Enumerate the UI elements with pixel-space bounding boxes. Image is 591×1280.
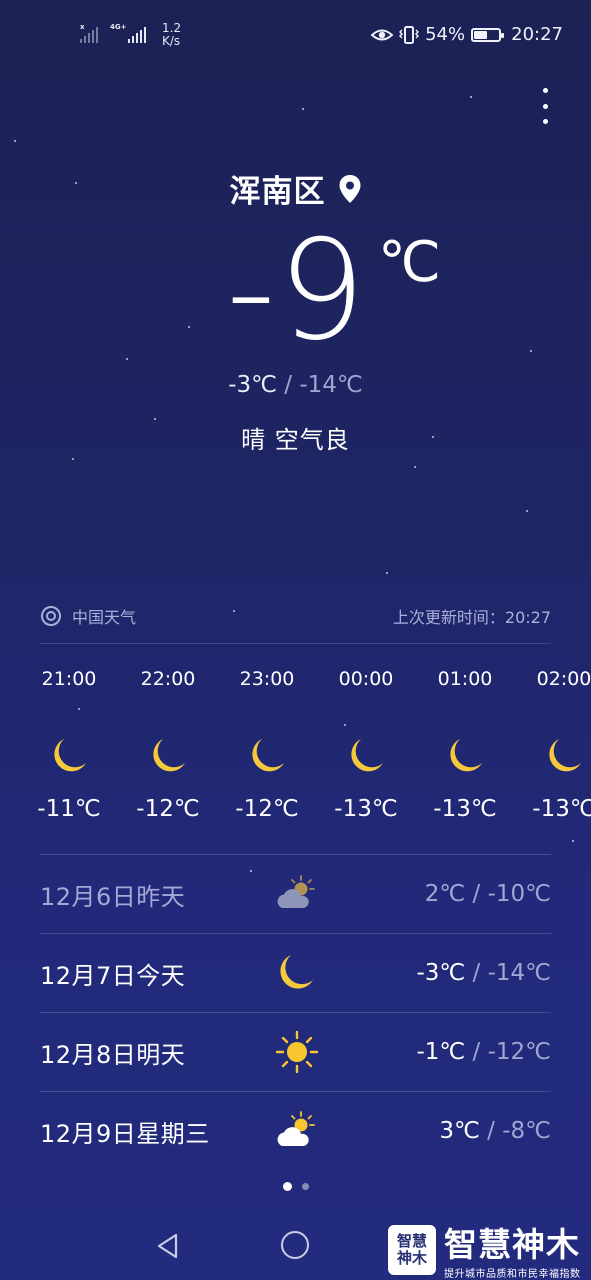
sim2-signal-icon: 4G+ — [110, 23, 146, 43]
network-speed-unit: K/s — [162, 34, 181, 48]
moon-icon — [280, 955, 313, 989]
watermark-title: 智慧神木 — [444, 1225, 580, 1264]
hourly-item: 00:00 -13℃ — [317, 668, 415, 822]
hourly-temp: -11℃ — [37, 796, 101, 822]
sun-icon — [275, 1030, 319, 1074]
hourly-item: 01:00 -13℃ — [416, 668, 514, 822]
watermark-subtitle: 提升城市品质和市民幸福指数 — [444, 1269, 581, 1280]
partly-cloudy-icon — [277, 875, 315, 908]
provider-name: 中国天气 — [72, 608, 137, 627]
watermark: 智慧 神木 智慧神木 提升城市品质和市民幸福指数 — [388, 1225, 588, 1280]
daily-range: -1℃ / -12℃ — [416, 1039, 551, 1065]
moon-icon — [153, 739, 185, 772]
daily-sep: / — [465, 1039, 488, 1065]
back-icon[interactable] — [154, 1232, 182, 1260]
daily-low: -8℃ — [502, 1118, 551, 1144]
watermark-logo-line2: 神木 — [396, 1249, 427, 1267]
daily-sep: / — [479, 1118, 503, 1144]
sim1-tag: x — [80, 23, 85, 31]
daily-range: 2℃ / -10℃ — [425, 881, 551, 907]
hourly-time: 22:00 — [140, 668, 196, 690]
daily-range: -3℃ / -14℃ — [416, 960, 551, 986]
provider[interactable]: 中国天气 — [40, 604, 136, 628]
hourly-item: 21:00 -11℃ — [20, 668, 118, 822]
hourly-time: 01:00 — [437, 668, 493, 690]
hourly-time: 02:00 — [536, 668, 591, 690]
source-row: 中国天气 上次更新时间：20:27 — [40, 604, 551, 628]
daily-high: -3℃ — [416, 960, 466, 986]
network-speed: 1.2 K/s — [162, 22, 181, 48]
daily-sep: / — [465, 960, 488, 986]
today-high: -3℃ — [228, 372, 277, 398]
moon-icon — [549, 739, 581, 772]
hourly-time: 23:00 — [239, 668, 295, 690]
daily-range: 3℃ / -8℃ — [439, 1118, 551, 1144]
divider — [40, 643, 551, 644]
condition-text: 晴 空气良 — [241, 426, 350, 454]
daily-row-yesterday[interactable]: 12月6日昨天 2℃ / -10℃ — [40, 855, 551, 933]
battery-percent: 54% — [425, 24, 466, 45]
status-bar: x 4G+ 1.2 K/s 54% 20:27 — [0, 0, 591, 72]
daily-date: 12月6日昨天 — [40, 882, 186, 911]
page-indicator — [0, 1182, 591, 1191]
location-header[interactable]: 浑南区 — [0, 166, 591, 211]
hourly-temp: -12℃ — [136, 796, 200, 822]
status-bar-left: x 4G+ 1.2 K/s — [80, 22, 181, 48]
daily-low: -12℃ — [487, 1039, 551, 1065]
partly-cloudy-icon — [277, 1111, 315, 1146]
today-low: -14℃ — [299, 372, 363, 398]
moon-icon — [351, 739, 383, 772]
watermark-logo: 智慧 神木 — [388, 1225, 436, 1275]
page-dot[interactable] — [301, 1183, 309, 1190]
vibrate-icon — [399, 25, 420, 44]
navigation-bar: 智慧 神木 智慧神木 提升城市品质和市民幸福指数 — [0, 1212, 591, 1280]
daily-low: -14℃ — [487, 960, 551, 986]
weather-china-logo-icon — [41, 606, 61, 626]
home-icon[interactable] — [281, 1231, 309, 1259]
last-updated: 上次更新时间：20:27 — [393, 604, 551, 628]
daily-row-tomorrow[interactable]: 12月8日明天 -1℃ / -12℃ — [40, 1013, 551, 1091]
sim1-signal-icon: x — [80, 23, 98, 43]
hourly-temp: -13℃ — [334, 796, 398, 822]
status-bar-right: 54% 20:27 — [371, 24, 563, 45]
moon-icon — [450, 739, 482, 772]
hourly-temp: -13℃ — [433, 796, 497, 822]
daily-date: 12月9日星期三 — [40, 1119, 210, 1148]
range-separator: / — [284, 372, 293, 398]
location-pin-icon — [339, 174, 360, 203]
hourly-temp: -12℃ — [235, 796, 299, 822]
daily-row-day4[interactable]: 12月9日星期三 3℃ / -8℃ — [40, 1092, 551, 1170]
daily-high: 3℃ — [439, 1118, 480, 1144]
hourly-temp: -13℃ — [532, 796, 591, 822]
battery-icon — [471, 27, 505, 42]
last-updated-time: 20:27 — [504, 608, 551, 627]
current-temperature-unit: ℃ — [378, 230, 441, 295]
moon-icon — [54, 739, 86, 772]
watermark-logo-line1: 智慧 — [396, 1232, 427, 1250]
hourly-item: 23:00 -12℃ — [218, 668, 316, 822]
last-updated-label: 上次更新时间： — [392, 608, 505, 627]
daily-sep: / — [465, 881, 488, 907]
eye-comfort-icon — [371, 29, 394, 40]
more-options-icon[interactable] — [537, 88, 553, 124]
hourly-item: 02:00 -13℃ — [515, 668, 591, 822]
current-temperature: -9 — [226, 210, 368, 371]
hourly-item: 22:00 -12℃ — [119, 668, 217, 822]
daily-low: -10℃ — [487, 881, 551, 907]
sim2-tag: 4G+ — [110, 23, 127, 31]
daily-high: 2℃ — [424, 881, 466, 907]
hourly-time: 00:00 — [338, 668, 394, 690]
location-name: 浑南区 — [229, 174, 326, 210]
battery-fill — [474, 30, 488, 39]
clock: 20:27 — [511, 24, 563, 45]
moon-icon — [252, 739, 284, 772]
daily-date: 12月8日明天 — [40, 1040, 186, 1069]
daily-high: -1℃ — [416, 1039, 466, 1065]
daily-row-today[interactable]: 12月7日今天 -3℃ / -14℃ — [40, 934, 551, 1012]
today-range: -3℃ / -14℃ — [0, 372, 591, 398]
page-dot-active[interactable] — [282, 1182, 292, 1191]
daily-date: 12月7日今天 — [40, 961, 186, 990]
hourly-time: 21:00 — [41, 668, 97, 690]
